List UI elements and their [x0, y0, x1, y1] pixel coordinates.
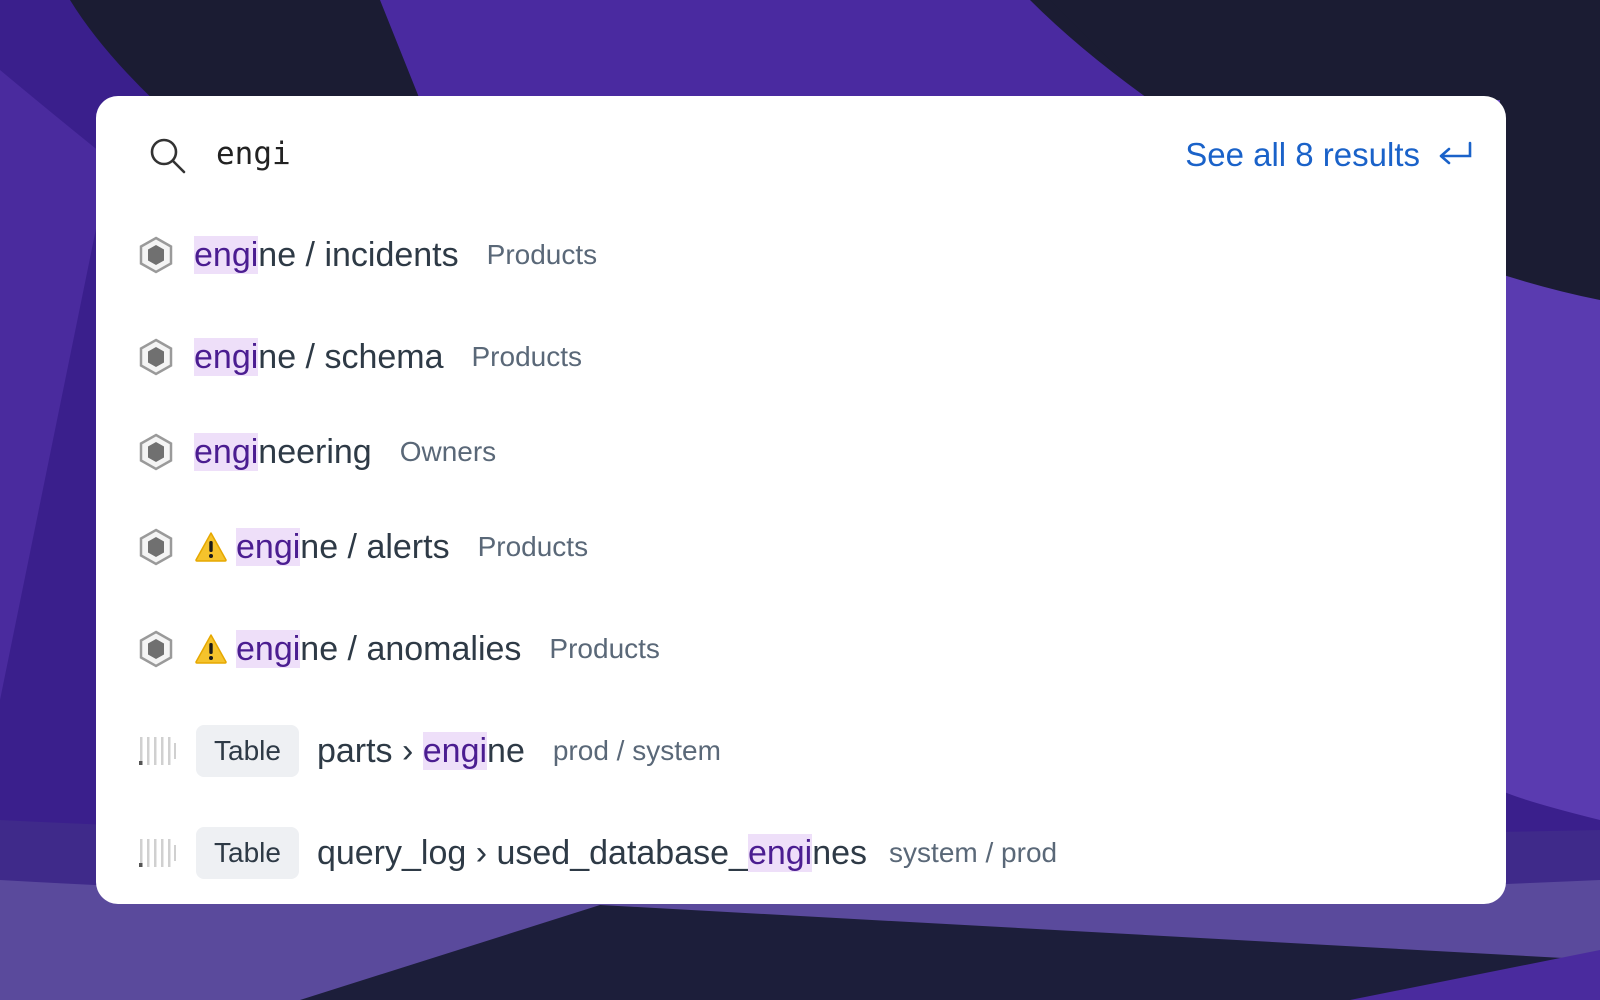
see-all-label: See all 8 results [1185, 136, 1420, 173]
type-badge: Table [196, 725, 299, 777]
result-title: engine / schema [194, 337, 444, 376]
result-item[interactable]: Table query_log › used_database_engines … [96, 802, 1506, 904]
match-highlight: engi [194, 337, 259, 376]
hexagon-icon [139, 528, 173, 566]
result-title: query_log › used_database_engines [316, 833, 868, 872]
search-icon [150, 138, 186, 174]
search-bar: See all 8 results [96, 96, 1506, 214]
result-path: prod / system [552, 735, 721, 766]
result-title: parts › engine [316, 731, 525, 770]
result-title: engine / alerts [236, 527, 450, 566]
result-item[interactable]: engine / incidents Products [96, 204, 1506, 306]
result-category: Products [549, 633, 660, 664]
results-list: engine / incidents Products engine / sch… [96, 204, 1506, 904]
result-category: Owners [399, 436, 497, 467]
warning-icon [195, 532, 227, 562]
result-item[interactable]: engine / anomalies Products [96, 598, 1506, 700]
see-all-results-link[interactable]: See all 8 results [1185, 130, 1474, 180]
result-item[interactable]: engine / schema Products [96, 306, 1506, 408]
result-item[interactable]: Table parts › engine prod / system [96, 700, 1506, 802]
hexagon-icon [139, 236, 173, 274]
type-badge: Table [196, 827, 299, 879]
table-columns-icon [139, 737, 176, 765]
match-highlight: engi [747, 833, 813, 872]
hexagon-icon [139, 338, 173, 376]
table-columns-icon [139, 839, 176, 867]
result-category: Products [486, 239, 598, 270]
warning-icon [195, 634, 227, 664]
result-item[interactable]: engineering Owners [96, 408, 1506, 496]
match-highlight: engi [194, 432, 259, 471]
result-category: Products [471, 341, 583, 372]
match-highlight: engi [236, 527, 301, 566]
hexagon-icon [139, 630, 173, 668]
result-path: system / prod [889, 837, 1058, 868]
result-category: Products [477, 531, 589, 562]
result-title: engine / anomalies [236, 629, 522, 668]
match-highlight: engi [194, 235, 259, 274]
search-panel: See all 8 results engine / incidents Pro… [96, 96, 1506, 904]
match-highlight: engi [236, 629, 301, 668]
enter-return-icon [1439, 141, 1472, 165]
match-highlight: engi [422, 731, 488, 770]
result-title: engine / incidents [194, 235, 459, 274]
result-title: engineering [194, 432, 372, 471]
result-item[interactable]: engine / alerts Products [96, 496, 1506, 598]
search-input[interactable] [216, 132, 916, 176]
hexagon-icon [139, 433, 173, 471]
